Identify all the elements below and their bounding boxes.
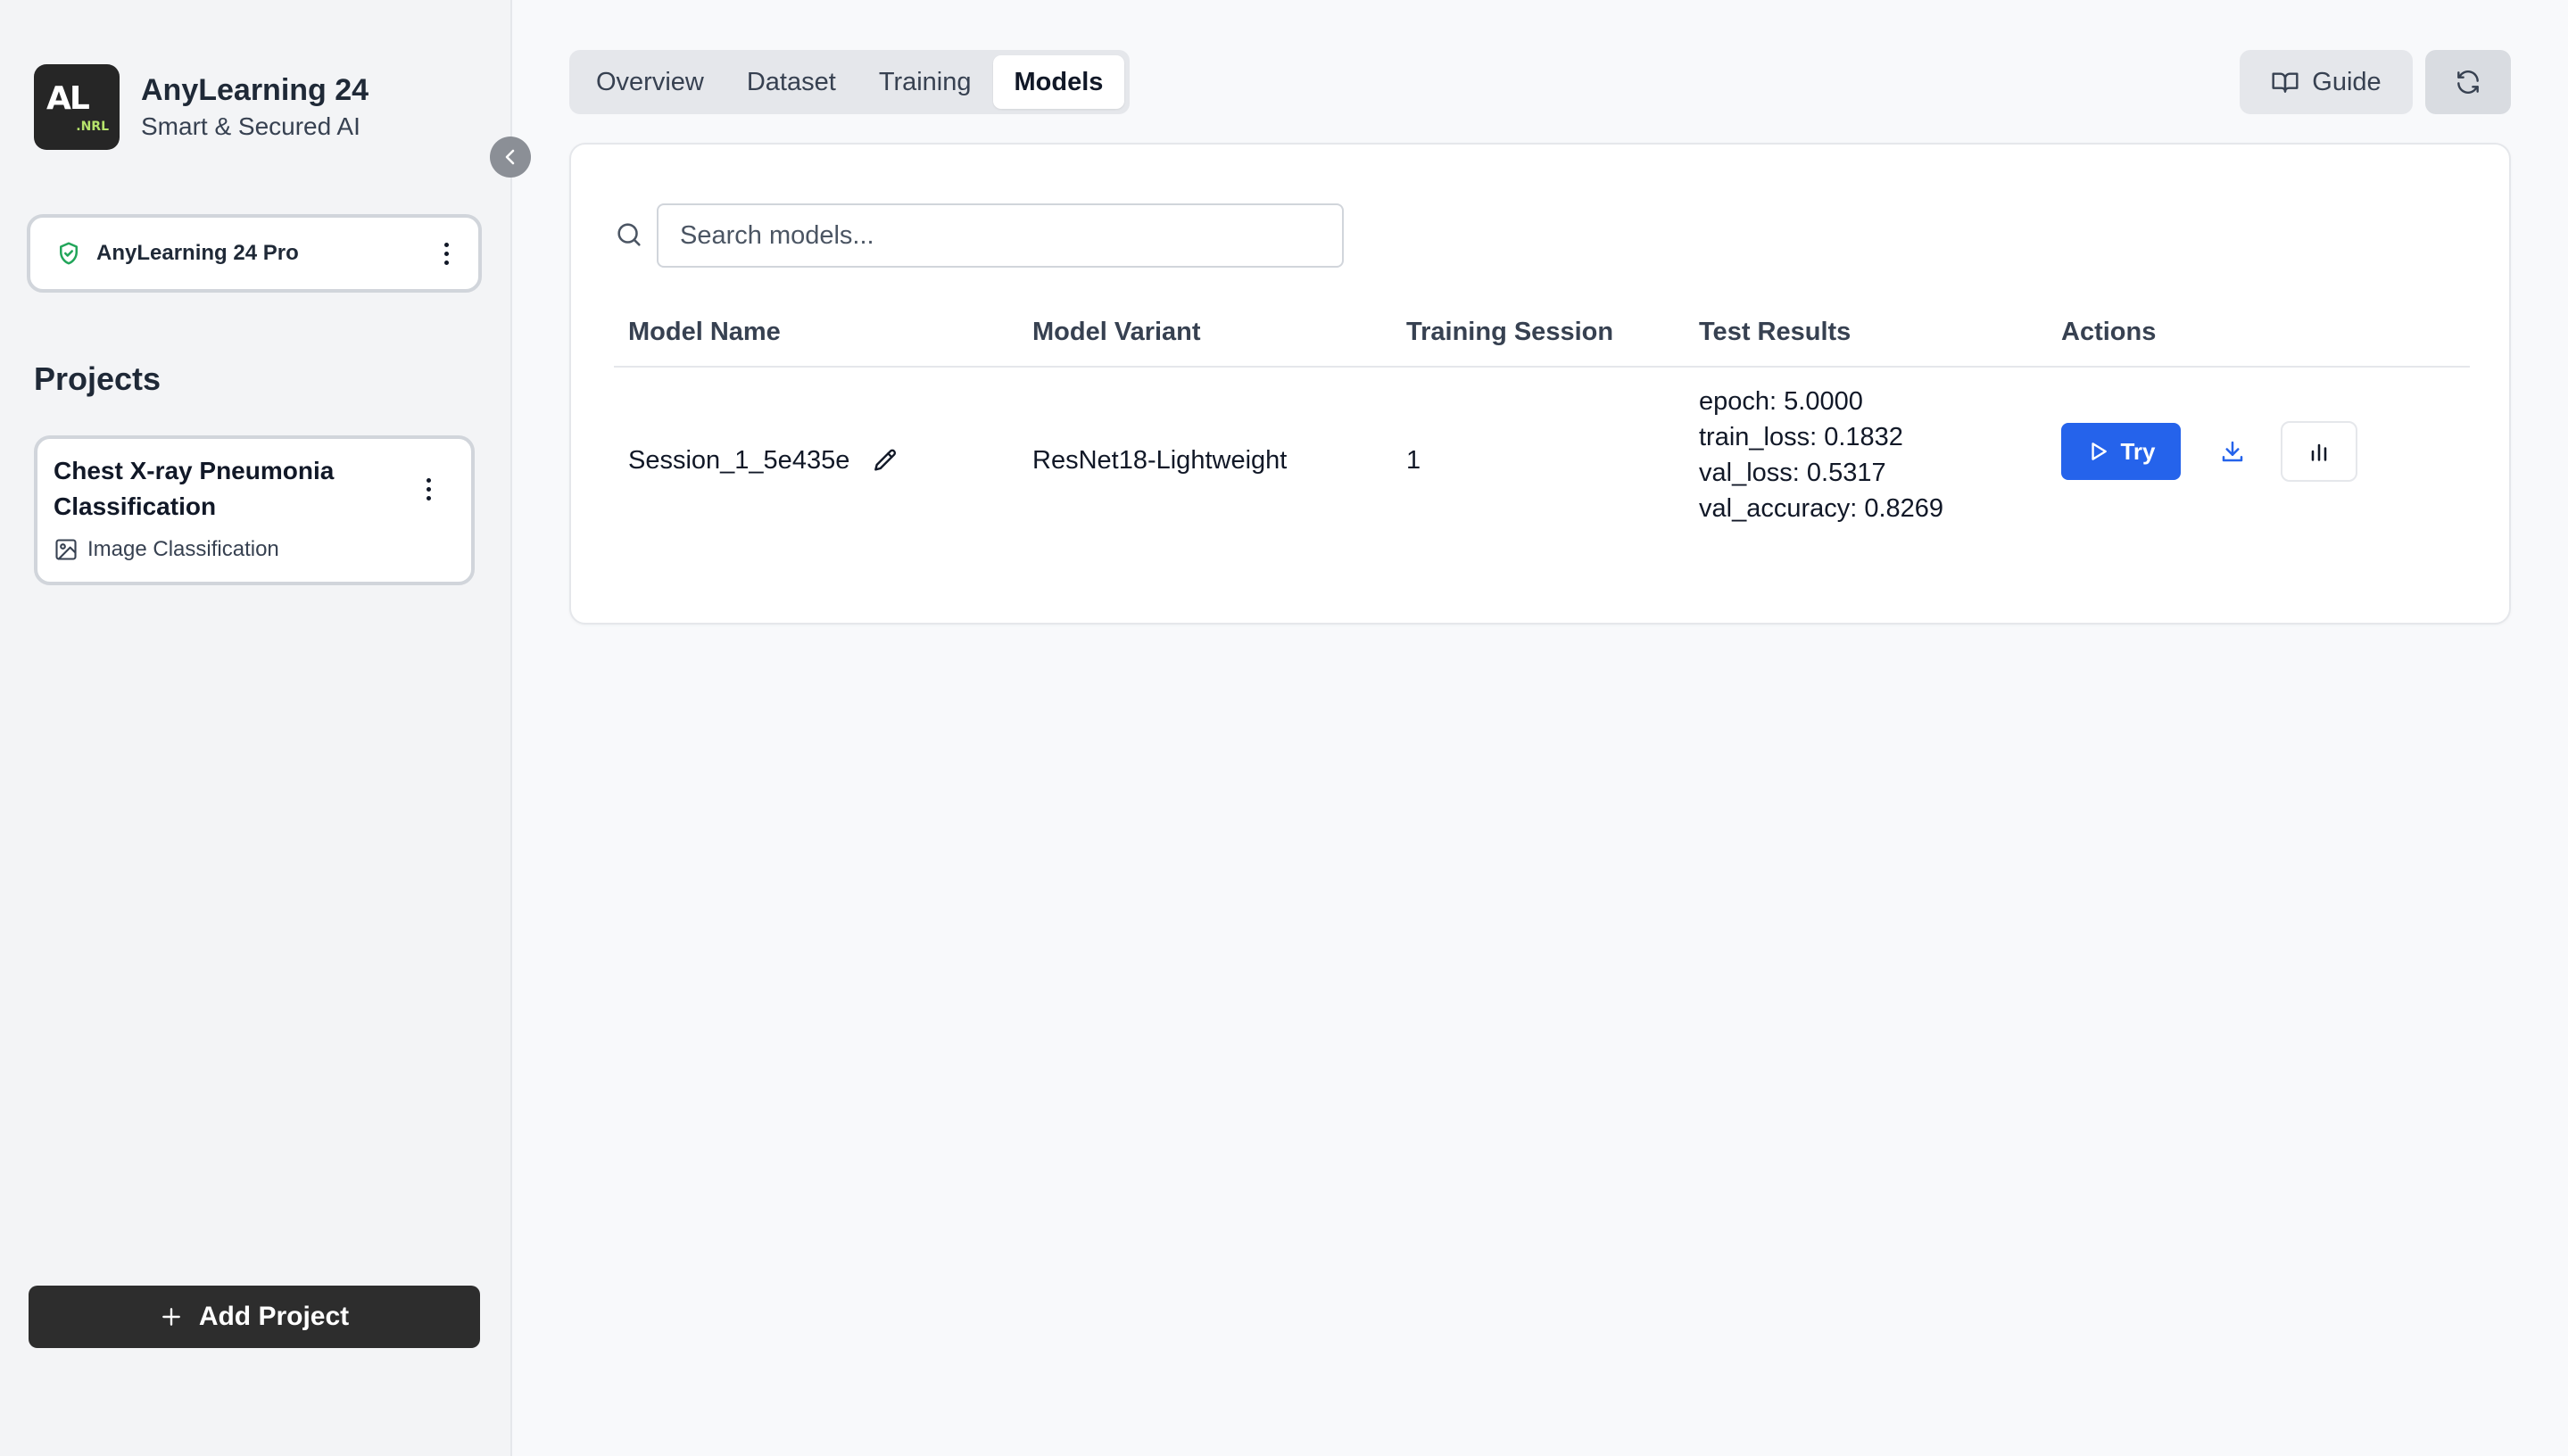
brand: AL .NRL AnyLearning 24 Smart & Secured A… (34, 64, 369, 150)
shield-check-icon (60, 242, 78, 265)
collapse-sidebar-button[interactable] (490, 136, 531, 178)
search-input[interactable] (657, 203, 1344, 268)
app-subtitle: Smart & Secured AI (141, 112, 360, 140)
try-button[interactable]: Try (2061, 423, 2181, 480)
guide-button[interactable]: Guide (2240, 50, 2413, 114)
download-icon (2222, 441, 2243, 462)
book-open-icon (2272, 72, 2299, 93)
metrics-button[interactable] (2281, 421, 2357, 482)
try-label: Try (2120, 437, 2156, 465)
table-header: Model Name Model Variant Training Sessio… (614, 310, 2470, 368)
project-type: Image Classification (54, 537, 450, 562)
refresh-button[interactable] (2425, 50, 2511, 114)
models-panel: Model Name Model Variant Training Sessio… (569, 143, 2511, 625)
test-results: epoch: 5.0000 train_loss: 0.1832 val_los… (1699, 384, 1943, 526)
training-session: 1 (1406, 446, 1421, 475)
plus-icon (162, 1308, 180, 1326)
license-label: AnyLearning 24 Pro (96, 241, 299, 265)
header-test-results: Test Results (1699, 318, 1851, 346)
result-val-loss: val_loss: 0.5317 (1699, 459, 1886, 487)
project-type-label: Image Classification (87, 537, 279, 561)
tab-overview[interactable]: Overview (575, 55, 725, 109)
image-icon (55, 539, 77, 560)
tab-bar: Overview Dataset Training Models (569, 50, 1131, 114)
header-training-session: Training Session (1406, 318, 1614, 346)
download-button[interactable] (2204, 423, 2261, 480)
result-val-accuracy: val_accuracy: 0.8269 (1699, 494, 1944, 523)
logo-subtext: .NRL (76, 120, 109, 134)
guide-label: Guide (2312, 67, 2382, 96)
model-name: Session_1_5e435e (628, 446, 850, 475)
header-model-name: Model Name (628, 318, 781, 346)
result-train-loss: train_loss: 0.1832 (1699, 423, 1903, 451)
bar-chart-icon (2311, 443, 2327, 461)
tab-models[interactable]: Models (992, 55, 1125, 109)
logo-text: AL (46, 80, 90, 117)
result-epoch: epoch: 5.0000 (1699, 387, 1863, 416)
model-name-cell: Session_1_5e435e (628, 446, 899, 476)
license-menu-icon[interactable] (435, 242, 457, 265)
license-card[interactable]: AnyLearning 24 Pro (27, 214, 482, 293)
project-card[interactable]: Chest X-ray Pneumonia Classification Ima… (34, 435, 475, 585)
tab-dataset[interactable]: Dataset (725, 55, 857, 109)
project-menu-icon[interactable] (418, 478, 439, 500)
project-name: Chest X-ray Pneumonia Classification (54, 457, 335, 520)
search-icon (617, 223, 641, 246)
edit-name-icon[interactable] (871, 447, 899, 476)
model-variant: ResNet18-Lightweight (1032, 446, 1288, 475)
header-actions: Actions (2061, 318, 2157, 346)
app-logo: AL .NRL (34, 64, 120, 150)
play-icon (2092, 443, 2108, 460)
tab-training[interactable]: Training (857, 55, 993, 109)
add-project-label: Add Project (198, 1302, 350, 1331)
add-project-button[interactable]: Add Project (29, 1286, 480, 1348)
app-title: AnyLearning 24 (141, 73, 369, 107)
chevron-left-icon (505, 149, 515, 165)
table-row: Session_1_5e435e ResNet18-Lightweight 1 … (614, 369, 2470, 548)
sidebar: AL .NRL AnyLearning 24 Smart & Secured A… (0, 0, 512, 1456)
header-model-variant: Model Variant (1032, 318, 1201, 346)
projects-heading: Projects (34, 360, 162, 397)
refresh-icon (2457, 70, 2479, 94)
